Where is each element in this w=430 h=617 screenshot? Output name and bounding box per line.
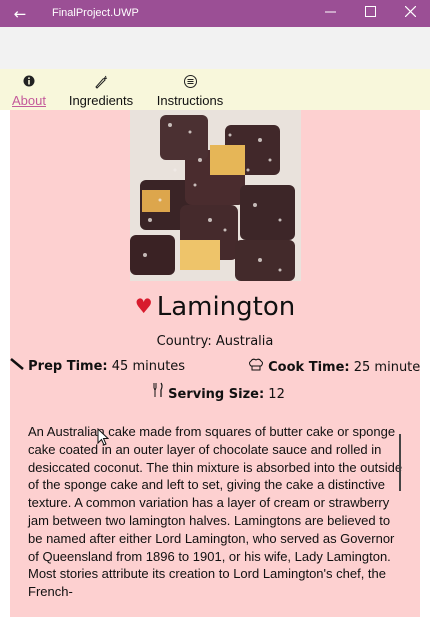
minimize-icon xyxy=(324,6,336,21)
prep-time-value: 45 minutes xyxy=(111,359,186,374)
dish-name: Lamington xyxy=(156,292,296,322)
back-button[interactable]: ← xyxy=(0,0,40,27)
tab-ingredients-label: Ingredients xyxy=(68,93,134,108)
serving-size-value: 12 xyxy=(268,387,285,402)
serving-size: Serving Size: 12 xyxy=(152,382,285,402)
list-icon xyxy=(154,75,226,95)
title-bar: ← FinalProject.UWP xyxy=(0,0,430,27)
cook-time-label: Cook Time: xyxy=(268,360,350,375)
serving-size-label: Serving Size: xyxy=(168,387,265,402)
lamington-photo xyxy=(130,110,301,281)
about-panel: ♥ Lamington Country: Australia Prep Time:… xyxy=(10,110,420,617)
tab-about[interactable]: About xyxy=(8,69,50,110)
dish-title: ♥ Lamington xyxy=(10,292,420,322)
info-icon xyxy=(8,75,50,95)
close-icon xyxy=(404,5,416,21)
maximize-button[interactable] xyxy=(350,0,390,27)
knife-icon xyxy=(10,358,28,374)
window-title: FinalProject.UWP xyxy=(52,7,139,19)
fork-knife-icon xyxy=(152,382,168,402)
header-area xyxy=(0,27,430,69)
cook-time: Cook Time: 25 minutes xyxy=(248,358,420,375)
mouse-cursor-icon xyxy=(97,428,109,446)
description-scrollbar[interactable] xyxy=(399,434,401,491)
tab-ingredients[interactable]: Ingredients xyxy=(66,69,136,110)
close-button[interactable] xyxy=(390,0,430,27)
country-value: Australia xyxy=(215,334,274,349)
country-line: Country: Australia xyxy=(10,334,420,349)
prep-time-label: Prep Time: xyxy=(28,359,108,374)
tab-instructions-label: Instructions xyxy=(156,93,224,108)
tab-about-label: About xyxy=(12,93,46,108)
recipe-description: An Australian cake made from squares of … xyxy=(28,424,403,600)
maximize-icon xyxy=(364,6,376,21)
tab-instructions[interactable]: Instructions xyxy=(154,69,226,110)
tab-bar: About Ingredients Instructions xyxy=(0,69,430,110)
carrot-icon xyxy=(66,75,136,95)
prep-time: Prep Time: 45 minutes xyxy=(10,358,185,374)
back-arrow-icon: ← xyxy=(13,4,27,23)
minimize-button[interactable] xyxy=(310,0,350,27)
heart-icon: ♥ xyxy=(134,294,153,318)
cook-time-value: 25 minutes xyxy=(353,360,420,375)
chef-hat-icon xyxy=(248,358,268,375)
country-label: Country: xyxy=(156,334,212,349)
